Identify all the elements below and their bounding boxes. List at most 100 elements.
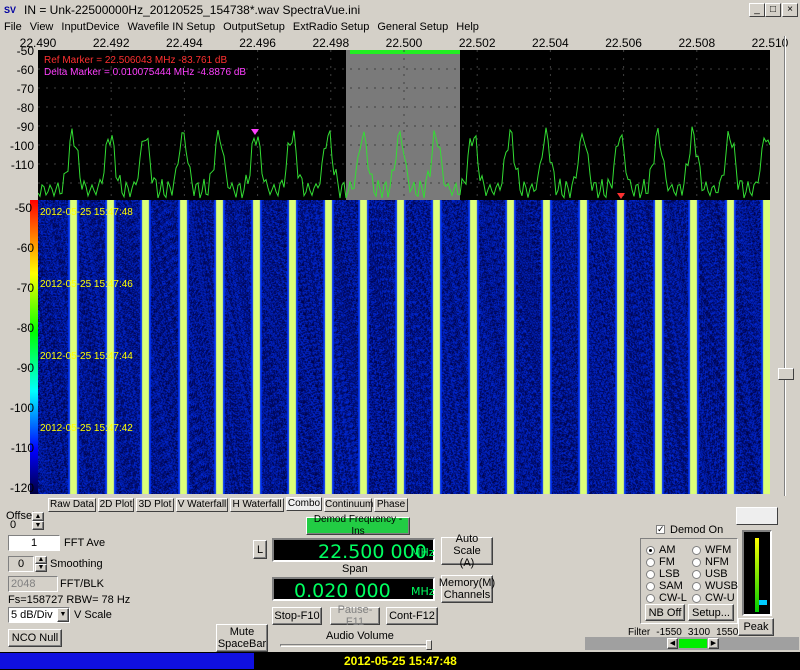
signal-meter-indicator [759,600,767,605]
spectrum-y-tick-label: -60 [16,63,34,77]
demod-frequency-unit: MHz [411,546,435,559]
peak-button[interactable]: Peak [738,618,774,636]
freq-tick-label: 22.496 [239,36,276,50]
filter-right-arrow-icon[interactable]: ▶ [708,638,719,649]
mode-radio-sam[interactable]: SAM [646,580,683,592]
waterfall-display[interactable] [38,200,770,494]
mute-shortcut: SpaceBar [217,638,267,650]
fft-blk-value: 2048 [11,578,36,590]
mode-label: WFM [705,544,732,556]
spectrum-plot[interactable]: Ref Marker = 22.506043 MHz -83.761 dB De… [38,50,770,200]
level-slider-thumb[interactable] [778,368,794,380]
menu-view[interactable]: View [26,20,58,35]
fft-blk-label: FFT/BLK [60,578,105,590]
mode-label: AM [659,544,676,556]
waterfall-y-tick-label: -120 [9,481,34,495]
menu-general-setup[interactable]: General Setup [373,20,452,35]
radio-circle-icon [646,569,655,579]
mode-radio-wusb[interactable]: WUSB [692,580,738,592]
offset-down-button[interactable]: ▼ [32,521,44,530]
menu-help[interactable]: Help [452,20,483,35]
fft-blk-select[interactable]: 2048 [8,576,58,592]
tab-3d-plot[interactable]: 3D Plot [136,498,174,512]
freq-tick-label: 22.500 [385,36,423,50]
audio-volume-slider[interactable] [280,644,432,647]
close-button[interactable]: × [782,3,798,17]
window-title: IN = Unk-22500000Hz_20120525_154738*.wav… [24,3,361,17]
mute-button[interactable]: Mute SpaceBar [216,624,268,652]
audio-volume-thumb[interactable] [426,640,432,650]
level-slider-track[interactable] [772,36,800,496]
nco-null-button[interactable]: NCO Null [8,629,62,647]
filter-left-arrow-icon[interactable]: ◀ [667,638,678,649]
offset-value: 0 [10,519,17,531]
vscale-value: 5 dB/Div [11,609,53,621]
filter-scroll-thumb[interactable] [679,639,707,648]
mode-label: USB [705,568,728,580]
demod-on-checkbox[interactable]: ✓ [656,525,665,534]
filter-scrollbar[interactable]: ◀ ▶ [585,637,799,650]
spectrum-y-tick-label: -100 [9,139,34,153]
tab-phase[interactable]: Phase [374,498,408,512]
radio-circle-icon [692,569,701,579]
auto-scale-button[interactable]: Auto Scale (A) [441,533,493,569]
freq-tick-label: 22.492 [92,36,130,50]
status-bar: 2012-05-25 15:47:48 [0,652,800,670]
maximize-button[interactable]: □ [765,3,781,17]
auto-scale-label: Auto Scale [453,533,481,557]
menu-extradio-setup[interactable]: ExtRadio Setup [289,20,373,35]
mode-radio-wfm[interactable]: WFM [692,544,731,556]
mode-label: WUSB [705,580,738,592]
waterfall-y-tick-label: -80 [16,321,34,335]
mode-label: SAM [659,580,683,592]
mode-radio-lsb[interactable]: LSB [646,568,680,580]
menu-inputdevice[interactable]: InputDevice [57,20,123,35]
radio-circle-icon [646,581,655,591]
fft-ave-input[interactable]: 1 [8,535,60,551]
waterfall-timestamp: 2012-05-25 15:47:44 [40,351,133,362]
delta-marker-readout: Delta Marker = 0.010075444 MHz -4.8876 d… [44,67,246,78]
mode-radio-cw-l[interactable]: CW-L [646,592,687,604]
setup-button[interactable]: Setup... [688,604,734,621]
pause-button[interactable]: Pause-F11 [330,604,380,628]
continue-button[interactable]: Cont-F12 [386,607,438,625]
spectrum-y-tick-label: -70 [16,82,34,96]
spectrum-y-tick-label: -90 [16,120,34,134]
mode-radio-am[interactable]: AM [646,544,676,556]
audio-volume-label: Audio Volume [326,630,394,642]
auto-scale-shortcut: (A) [459,557,475,569]
tab-combo[interactable]: Combo [286,497,322,511]
nb-off-button[interactable]: NB Off [645,604,685,621]
demod-frequency-button[interactable]: Demod Frequency - Ins [306,514,410,537]
demod-bandwidth-bar [350,50,460,54]
radio-circle-icon [692,593,701,603]
mode-radio-nfm[interactable]: NFM [692,556,729,568]
spectrum-y-tick-label: -50 [16,44,34,58]
span-unit: MHz [411,585,435,598]
mode-radio-fm[interactable]: FM [646,556,675,568]
menu-wavefile-in-setup[interactable]: Wavefile IN Setup [123,20,219,35]
memory-channels-button[interactable]: Memory(M) Channels [439,575,495,603]
tab-2d-plot[interactable]: 2D Plot [98,498,134,512]
tab-v-waterfall[interactable]: V Waterfall [176,498,228,512]
tab-h-waterfall[interactable]: H Waterfall [230,498,284,512]
freq-tick-label: 22.494 [166,36,203,50]
waterfall-timestamp: 2012-05-25 15:47:48 [40,207,133,218]
lock-l-button[interactable]: L [253,540,267,559]
waterfall-timestamp: 2012-05-25 15:47:46 [40,279,133,290]
menu-file[interactable]: File [0,20,26,35]
radio-circle-icon [646,557,655,567]
stop-button[interactable]: Stop-F10 [272,607,322,625]
radio-circle-icon [646,593,655,603]
menu-outputsetup[interactable]: OutputSetup [219,20,289,35]
span-value: 0.020 000 [294,580,391,602]
chevron-down-icon[interactable]: ▼ [57,608,69,622]
tab-raw-data[interactable]: Raw Data [48,498,96,512]
ref-marker-readout: Ref Marker = 22.506043 MHz -83.761 dB [44,55,227,66]
minimize-button[interactable]: _ [749,3,765,17]
blank-button[interactable] [736,507,778,525]
mode-radio-usb[interactable]: USB [692,568,728,580]
mode-radio-cw-u[interactable]: CW-U [692,592,735,604]
tab-continuum[interactable]: Continuum [324,498,373,512]
smoothing-down-button[interactable]: ▼ [35,564,47,572]
